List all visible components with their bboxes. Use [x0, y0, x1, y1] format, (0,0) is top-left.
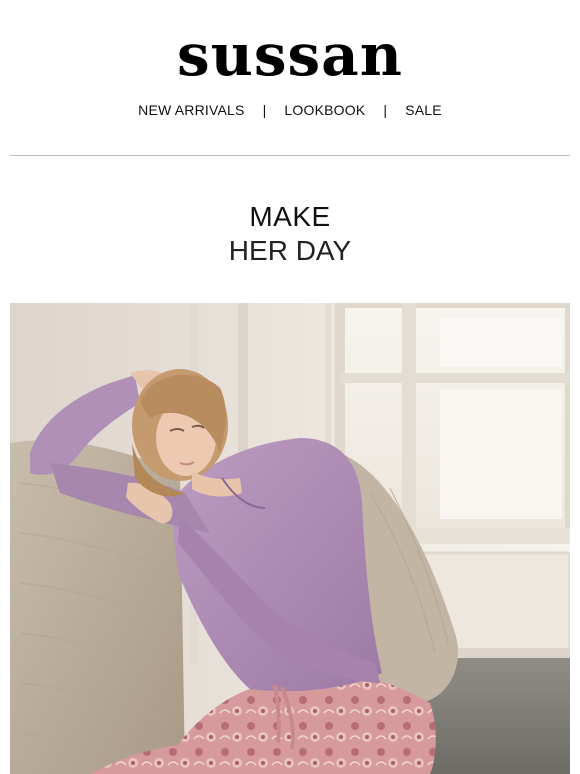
nav-separator: | [262, 102, 267, 118]
nav-separator: | [383, 102, 388, 118]
headline-line-2: HER DAY [228, 235, 352, 266]
nav-lookbook[interactable]: LOOKBOOK [284, 102, 365, 118]
nav-sale[interactable]: SALE [405, 102, 442, 118]
nav-new-arrivals[interactable]: NEW ARRIVALS [138, 102, 244, 118]
hero-photo-icon [10, 303, 570, 774]
divider [10, 155, 570, 156]
hero-image[interactable] [10, 303, 570, 774]
headline-line-1: MAKE [249, 201, 331, 232]
main-nav: NEW ARRIVALS | LOOKBOOK | SALE [0, 102, 580, 118]
brand-logo[interactable]: sussan [0, 22, 580, 88]
hero-headline: MAKE HER DAY [0, 200, 580, 268]
